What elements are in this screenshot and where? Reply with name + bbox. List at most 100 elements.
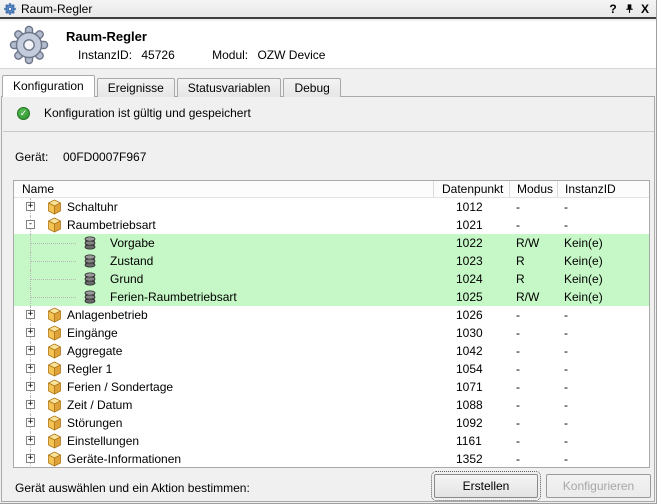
tree-row[interactable]: + Anlagenbetrieb 1026 - -	[14, 306, 649, 324]
row-name: Raumbetriebsart	[67, 216, 156, 234]
folder-icon	[46, 379, 63, 395]
row-modus: -	[516, 450, 520, 468]
create-button[interactable]: Erstellen	[434, 474, 538, 498]
tab-debug[interactable]: Debug	[283, 78, 340, 97]
row-modus: -	[516, 396, 520, 414]
row-datenpunkt: 1030	[456, 324, 483, 342]
row-name: Eingänge	[67, 324, 118, 342]
expand-toggle-icon[interactable]: +	[26, 364, 35, 373]
folder-icon	[46, 415, 63, 431]
expand-toggle-icon[interactable]: +	[26, 346, 35, 355]
row-name: Zeit / Datum	[67, 396, 132, 414]
row-datenpunkt: 1352	[456, 450, 483, 468]
expand-toggle-icon[interactable]: +	[26, 400, 35, 409]
expand-toggle-icon[interactable]: +	[26, 310, 35, 319]
tree-row[interactable]: + Einstellungen 1161 - -	[14, 432, 649, 450]
row-instanzid: -	[564, 432, 568, 450]
tree-row[interactable]: + Eingänge 1030 - -	[14, 324, 649, 342]
row-datenpunkt: 1071	[456, 378, 483, 396]
expand-toggle-icon[interactable]: -	[26, 220, 35, 229]
tree-line	[30, 243, 76, 244]
folder-icon	[46, 217, 63, 233]
help-button[interactable]: ?	[605, 2, 621, 16]
pin-button[interactable]	[621, 2, 637, 16]
window-title: Raum-Regler	[21, 2, 92, 16]
modul-value: OZW Device	[257, 48, 325, 62]
tree-row[interactable]: + Aggregate 1042 - -	[14, 342, 649, 360]
tab-konfiguration[interactable]: Konfiguration	[2, 75, 95, 97]
device-id-value: 00FD0007F967	[63, 150, 146, 164]
row-name: Zustand	[110, 252, 153, 270]
row-instanzid: -	[564, 396, 568, 414]
row-modus: R/W	[516, 234, 539, 252]
folder-icon	[46, 451, 63, 467]
row-name: Vorgabe	[110, 234, 155, 252]
folder-icon	[46, 397, 63, 413]
tree-row[interactable]: Vorgabe 1022 R/W Kein(e)	[14, 234, 649, 252]
column-header-modus[interactable]: Modus	[509, 181, 557, 197]
tree-row[interactable]: Ferien-Raumbetriebsart 1025 R/W Kein(e)	[14, 288, 649, 306]
column-header-instanzid[interactable]: InstanzID	[557, 181, 649, 197]
tab-ereignisse[interactable]: Ereignisse	[97, 78, 175, 97]
tree-row[interactable]: + Schaltuhr 1012 - -	[14, 198, 649, 216]
row-name: Ferien-Raumbetriebsart	[110, 288, 237, 306]
row-datenpunkt: 1026	[456, 306, 483, 324]
row-modus: R/W	[516, 288, 539, 306]
status-row: ✓ Konfiguration ist gültig und gespeiche…	[2, 106, 251, 120]
row-instanzid: -	[564, 414, 568, 432]
instanzid-label: InstanzID:	[78, 48, 132, 62]
row-name: Anlagenbetrieb	[67, 306, 148, 324]
row-datenpunkt: 1092	[456, 414, 483, 432]
expand-toggle-icon[interactable]: +	[26, 382, 35, 391]
close-button[interactable]: X	[637, 2, 653, 16]
tab-statusvariablen[interactable]: Statusvariablen	[177, 78, 282, 97]
row-modus: -	[516, 306, 520, 324]
configure-button[interactable]: Konfigurieren	[546, 474, 651, 498]
row-instanzid: Kein(e)	[564, 270, 603, 288]
row-modus: -	[516, 432, 520, 450]
gear-icon	[9, 25, 49, 65]
titlebar: Raum-Regler ? X	[0, 0, 657, 19]
folder-icon	[46, 361, 63, 377]
expand-toggle-icon[interactable]: +	[26, 418, 35, 427]
tree-body: + Schaltuhr 1012 - - - Raumbetriebsart 1…	[14, 198, 649, 468]
row-name: Grund	[110, 270, 143, 288]
row-datenpunkt: 1042	[456, 342, 483, 360]
device-row: Gerät: 00FD0007F967 Suchen	[2, 141, 654, 171]
tree-line	[30, 279, 76, 280]
tree-row[interactable]: - Raumbetriebsart 1021 - -	[14, 216, 649, 234]
expand-toggle-icon[interactable]: +	[26, 454, 35, 463]
app-gear-icon	[4, 3, 16, 15]
expand-toggle-icon[interactable]: +	[26, 328, 35, 337]
row-datenpunkt: 1022	[456, 234, 483, 252]
row-modus: -	[516, 414, 520, 432]
tree-row[interactable]: + Ferien / Sondertage 1071 - -	[14, 378, 649, 396]
row-datenpunkt: 1021	[456, 216, 483, 234]
tree-row[interactable]: Zustand 1023 R Kein(e)	[14, 252, 649, 270]
valid-check-icon: ✓	[17, 107, 30, 120]
row-instanzid: -	[564, 216, 568, 234]
tree-line	[30, 261, 76, 262]
row-modus: -	[516, 216, 520, 234]
column-header-datenpunkt[interactable]: Datenpunkt	[433, 181, 509, 197]
expand-toggle-icon[interactable]: +	[26, 436, 35, 445]
row-datenpunkt: 1024	[456, 270, 483, 288]
row-datenpunkt: 1054	[456, 360, 483, 378]
row-name: Ferien / Sondertage	[67, 378, 173, 396]
page-title: Raum-Regler	[66, 29, 147, 44]
datapoint-icon	[84, 290, 96, 304]
tree-row[interactable]: Grund 1024 R Kein(e)	[14, 270, 649, 288]
pin-icon	[624, 3, 635, 14]
tree-row[interactable]: + Regler 1 1054 - -	[14, 360, 649, 378]
tree-row[interactable]: + Störungen 1092 - -	[14, 414, 649, 432]
separator	[3, 131, 654, 132]
row-datenpunkt: 1088	[456, 396, 483, 414]
folder-icon	[46, 199, 63, 215]
row-modus: -	[516, 324, 520, 342]
expand-toggle-icon[interactable]: +	[26, 202, 35, 211]
tree-row[interactable]: + Geräte-Informationen 1352 - -	[14, 450, 649, 468]
column-header-name[interactable]: Name	[22, 181, 54, 197]
folder-icon	[46, 325, 63, 341]
datapoint-icon	[84, 254, 96, 268]
tree-row[interactable]: + Zeit / Datum 1088 - -	[14, 396, 649, 414]
